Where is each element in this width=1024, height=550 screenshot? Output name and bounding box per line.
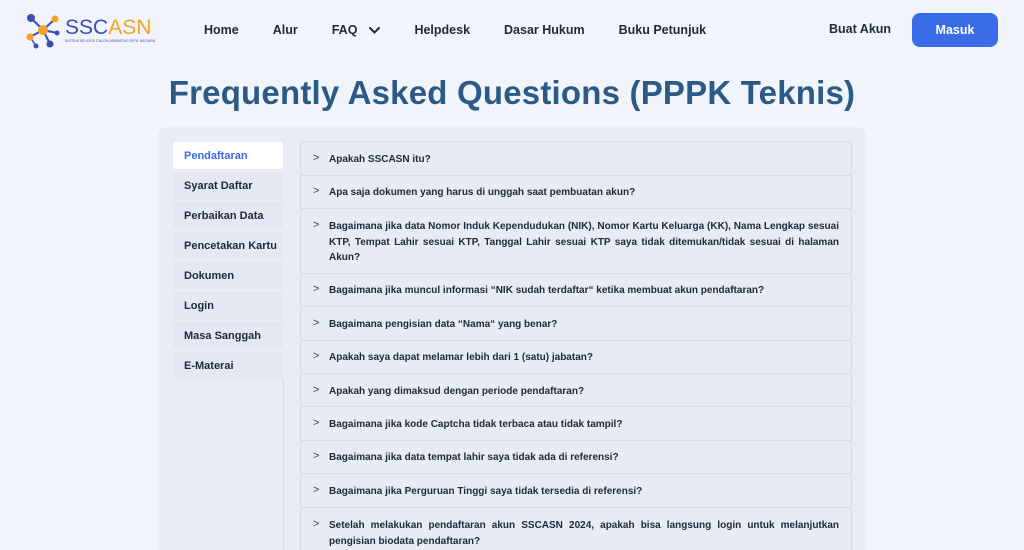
chevron-down-icon bbox=[369, 23, 381, 37]
chevron-right-icon: > bbox=[313, 283, 320, 295]
sidebar-item-pendaftaran[interactable]: Pendaftaran bbox=[173, 142, 283, 169]
faq-item[interactable]: > Bagaimana jika data Nomor Induk Kepend… bbox=[301, 209, 851, 274]
faq-item[interactable]: > Apakah yang dimaksud dengan periode pe… bbox=[301, 374, 851, 407]
chevron-right-icon: > bbox=[313, 185, 320, 197]
faq-item[interactable]: > Apakah SSCASN itu? bbox=[301, 142, 851, 176]
sidebar-item-masa-sanggah[interactable]: Masa Sanggah bbox=[173, 322, 283, 349]
main-nav: Home Alur FAQ Helpdesk Dasar Hukum Buku … bbox=[204, 0, 740, 60]
chevron-right-icon: > bbox=[313, 350, 320, 362]
page-title: Frequently Asked Questions (PPPK Teknis) bbox=[168, 74, 856, 111]
nav-alur[interactable]: Alur bbox=[273, 23, 298, 37]
molecule-logo-icon bbox=[26, 14, 60, 49]
chevron-right-icon: > bbox=[313, 384, 320, 396]
brand-name: SSCASN bbox=[65, 15, 152, 39]
faq-list: > Apakah SSCASN itu? > Apa saja dokumen … bbox=[300, 141, 852, 550]
navbar: SSCASN SISTEM SELEKSI CALON APARATUR SIP… bbox=[0, 0, 1024, 60]
faq-category-sidebar: Pendaftaran Syarat Daftar Perbaikan Data… bbox=[173, 142, 283, 382]
faq-item[interactable]: > Bagaimana jika muncul informasi “NIK s… bbox=[301, 274, 851, 307]
nav-home[interactable]: Home bbox=[204, 23, 239, 37]
brand-tagline: SISTEM SELEKSI CALON APARATUR SIPIL NEGA… bbox=[65, 38, 156, 43]
chevron-right-icon: > bbox=[313, 518, 320, 530]
faq-item[interactable]: > Apa saja dokumen yang harus di unggah … bbox=[301, 176, 851, 209]
sidebar-item-dokumen[interactable]: Dokumen bbox=[173, 262, 283, 289]
faq-item[interactable]: > Setelah melakukan pendaftaran akun SSC… bbox=[301, 508, 851, 550]
login-button[interactable]: Masuk bbox=[912, 13, 998, 47]
chevron-right-icon: > bbox=[313, 152, 320, 164]
faq-item[interactable]: > Apakah saya dapat melamar lebih dari 1… bbox=[301, 341, 851, 374]
chevron-right-icon: > bbox=[313, 317, 320, 329]
nav-buku-petunjuk[interactable]: Buku Petunjuk bbox=[619, 23, 707, 37]
sscasn-logo[interactable]: SSCASN SISTEM SELEKSI CALON APARATUR SIP… bbox=[24, 8, 155, 52]
nav-faq[interactable]: FAQ bbox=[332, 23, 381, 37]
sidebar-item-e-materai[interactable]: E-Materai bbox=[173, 352, 283, 379]
signup-button[interactable]: Buat Akun bbox=[829, 22, 891, 36]
sidebar-item-pencetakan-kartu[interactable]: Pencetakan Kartu bbox=[173, 232, 283, 259]
nav-dasar-hukum[interactable]: Dasar Hukum bbox=[504, 23, 585, 37]
sidebar-item-syarat-daftar[interactable]: Syarat Daftar bbox=[173, 172, 283, 199]
faq-item[interactable]: > Bagaimana jika kode Captcha tidak terb… bbox=[301, 407, 851, 441]
chevron-right-icon: > bbox=[313, 484, 320, 496]
chevron-right-icon: > bbox=[313, 219, 320, 231]
faq-item[interactable]: > Bagaimana pengisian data “Nama“ yang b… bbox=[301, 307, 851, 341]
sidebar-item-login[interactable]: Login bbox=[173, 292, 283, 319]
faq-item[interactable]: > Bagaimana jika Perguruan Tinggi saya t… bbox=[301, 474, 851, 508]
faq-item[interactable]: > Bagaimana jika data tempat lahir saya … bbox=[301, 441, 851, 474]
sidebar-item-perbaikan-data[interactable]: Perbaikan Data bbox=[173, 202, 283, 229]
chevron-right-icon: > bbox=[313, 450, 320, 462]
sidebar-divider bbox=[283, 378, 284, 550]
chevron-right-icon: > bbox=[313, 417, 320, 429]
nav-helpdesk[interactable]: Helpdesk bbox=[414, 23, 470, 37]
